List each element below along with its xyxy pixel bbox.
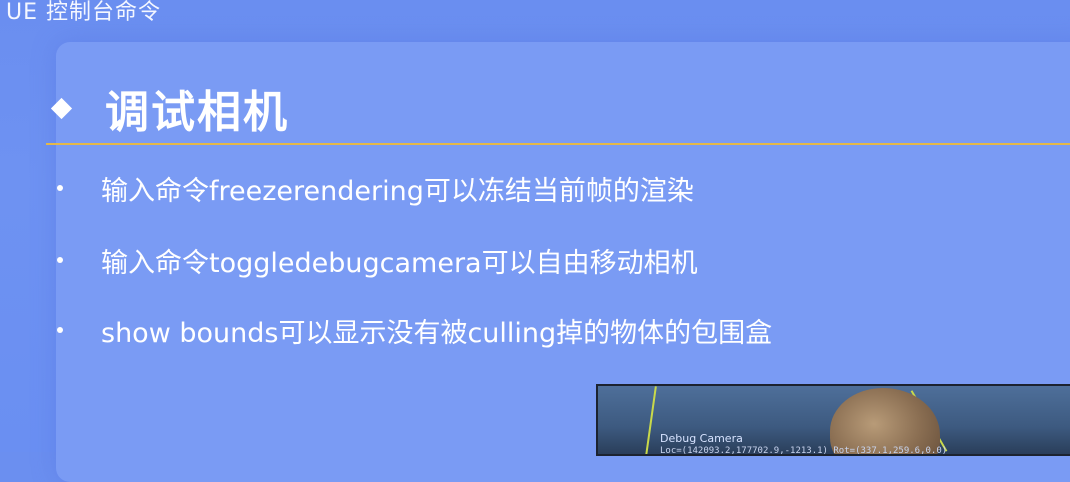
list-item: show bounds可以显示没有被culling掉的物体的包围盒	[52, 302, 772, 358]
presentation-title: UE 控制台命令	[6, 0, 161, 25]
bullet-dot-icon	[57, 257, 63, 263]
debug-camera-label: Debug Camera	[660, 432, 743, 445]
bullet-dot-icon	[57, 327, 63, 333]
debug-camera-screenshot: Debug Camera Loc=(142093.2,177702.9,-121…	[596, 384, 1070, 456]
diamond-bullet-icon	[50, 97, 73, 119]
bullet-dot-icon	[57, 185, 63, 191]
list-item: 输入命令freezerendering可以冻结当前帧的渲染	[52, 160, 694, 216]
list-item: 输入命令toggledebugcamera可以自由移动相机	[52, 232, 698, 288]
heading-divider	[46, 143, 1070, 145]
section-title: 调试相机	[105, 87, 289, 138]
section-heading-row: 调试相机	[48, 78, 289, 138]
bullet-text: 输入命令toggledebugcamera可以自由移动相机	[101, 247, 698, 279]
bullet-text: show bounds可以显示没有被culling掉的物体的包围盒	[101, 317, 773, 349]
camera-readout: Loc=(142093.2,177702.9,-1213.1) Rot=(337…	[660, 446, 948, 456]
bullet-text: 输入命令freezerendering可以冻结当前帧的渲染	[101, 175, 694, 207]
